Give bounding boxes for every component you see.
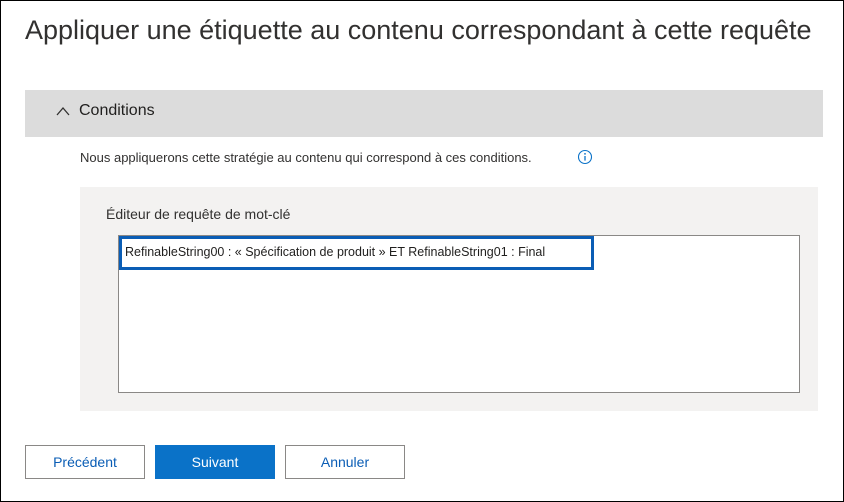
keyword-query-input[interactable]: RefinableString00 : « Spécification de p… — [118, 235, 800, 393]
previous-button[interactable]: Précédent — [25, 445, 145, 479]
next-button[interactable]: Suivant — [155, 445, 275, 479]
conditions-section-header[interactable]: Conditions — [25, 90, 823, 137]
page-title: Appliquer une étiquette au contenu corre… — [25, 15, 812, 45]
conditions-label: Conditions — [79, 102, 155, 119]
keyword-query-editor-label: Éditeur de requête de mot-clé — [106, 206, 291, 222]
conditions-description: Nous appliquerons cette stratégie au con… — [80, 150, 532, 165]
wizard-page: Appliquer une étiquette au contenu corre… — [0, 0, 844, 502]
chevron-up-icon[interactable] — [55, 104, 71, 120]
cancel-button[interactable]: Annuler — [285, 445, 405, 479]
keyword-query-editor-panel: Éditeur de requête de mot-clé RefinableS… — [80, 187, 818, 411]
info-icon[interactable] — [577, 149, 593, 165]
query-text: RefinableString00 : « Spécification de p… — [125, 245, 546, 259]
